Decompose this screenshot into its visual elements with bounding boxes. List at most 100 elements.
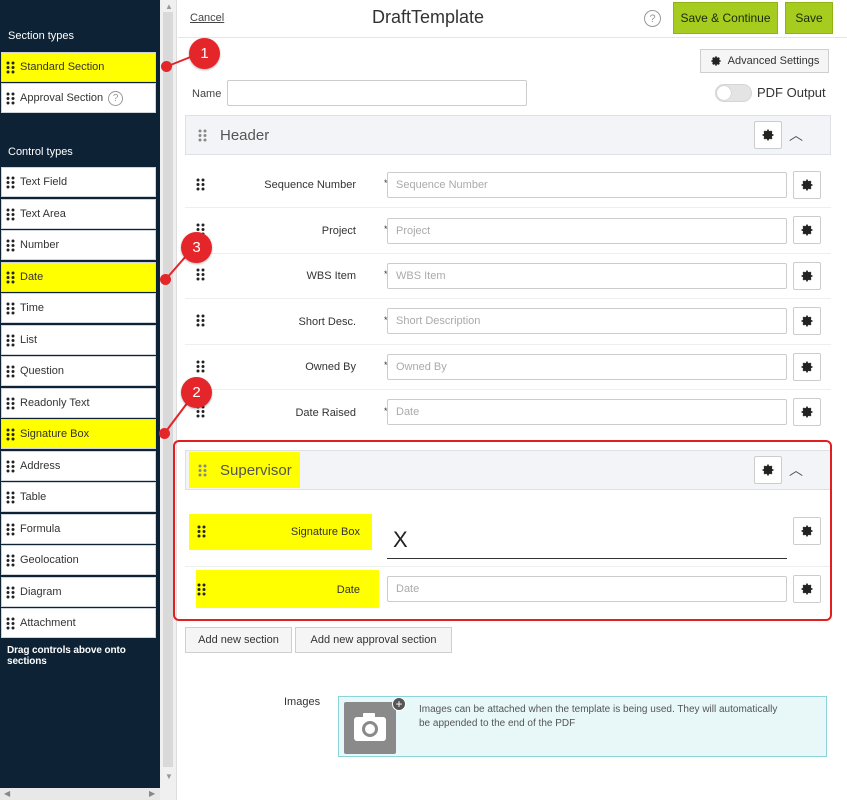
callout-marker-3: 3 (181, 232, 212, 263)
drag-handle-icon[interactable] (196, 360, 205, 376)
save-button[interactable]: Save (785, 2, 833, 34)
sidebar-item-formula[interactable]: Formula (1, 514, 156, 544)
gear-icon (800, 223, 814, 237)
name-label: Name (192, 88, 222, 100)
sidebar-item-table[interactable]: Table (1, 482, 156, 512)
field-row: Short Desc. * Short Description (185, 299, 831, 345)
drag-handle-icon[interactable] (198, 129, 207, 145)
drag-handle-icon (6, 617, 15, 630)
drag-handle-icon (6, 460, 15, 473)
field-input[interactable]: Project (387, 218, 787, 244)
field-settings-button[interactable] (793, 353, 821, 381)
drag-handle-icon (6, 365, 15, 378)
section-header[interactable]: Header ︿ (185, 115, 831, 155)
cancel-link[interactable]: Cancel (190, 12, 224, 24)
field-label: Project (321, 225, 356, 237)
callout-marker-2: 2 (181, 377, 212, 408)
callout-dot (161, 61, 172, 72)
scroll-right-icon[interactable]: ▶ (149, 789, 155, 798)
sidebar-hint: Drag controls above onto sections (7, 645, 126, 667)
field-input[interactable]: Short Description (387, 308, 787, 334)
field-settings-button[interactable] (793, 307, 821, 335)
sidebar-item-question[interactable]: Question (1, 356, 156, 386)
drag-handle-icon[interactable] (196, 268, 205, 284)
drag-handle-icon (6, 334, 15, 347)
field-settings-button[interactable] (793, 398, 821, 426)
sidebar-item-label: Signature Box (20, 428, 90, 440)
pdf-output-toggle[interactable] (715, 84, 752, 102)
sidebar-item-label: Approval Section (20, 92, 104, 104)
field-settings-button[interactable] (793, 216, 821, 244)
help-icon[interactable]: ? (108, 90, 124, 106)
drag-handle-icon[interactable] (196, 314, 205, 330)
sidebar-item-date[interactable]: Date (1, 262, 156, 292)
sidebar-item-number[interactable]: Number (1, 230, 156, 260)
sidebar-item-attachment[interactable]: Attachment (1, 608, 156, 638)
drag-handle-icon (6, 523, 15, 536)
field-input[interactable]: Date (387, 399, 787, 425)
scroll-up-icon[interactable]: ▲ (165, 2, 173, 11)
drag-handle-icon (6, 428, 15, 441)
sidebar-item-label: Date (20, 271, 44, 283)
sidebar-item-list[interactable]: List (1, 325, 156, 355)
gear-icon (710, 55, 722, 67)
images-dropzone[interactable]: + Images can be attached when the templa… (338, 696, 827, 757)
advanced-settings-button[interactable]: Advanced Settings (700, 49, 829, 73)
sidebar-item-approval-section[interactable]: Approval Section ? (1, 83, 156, 113)
control-types-heading: Control types (8, 146, 73, 158)
drag-handle-icon (6, 61, 15, 74)
drag-handle-icon[interactable] (196, 178, 205, 194)
field-row: Owned By * Owned By (185, 345, 831, 390)
field-label: Owned By (305, 361, 356, 373)
collapse-chevron-icon[interactable]: ︿ (789, 125, 803, 145)
gear-icon (800, 360, 814, 374)
help-icon[interactable]: ? (644, 10, 661, 27)
field-row: Date Raised * Date (185, 390, 831, 436)
field-input[interactable]: Owned By (387, 354, 787, 380)
sidebar-item-readonly-text[interactable]: Readonly Text (1, 388, 156, 418)
sidebar-item-label: Standard Section (20, 61, 105, 73)
field-input[interactable]: WBS Item (387, 263, 787, 289)
sidebar-item-standard-section[interactable]: Standard Section (1, 52, 156, 82)
scroll-down-icon[interactable]: ▼ (165, 772, 173, 781)
add-section-button[interactable]: Add new section (185, 627, 292, 653)
save-continue-button[interactable]: Save & Continue (673, 2, 778, 34)
sidebar-item-address[interactable]: Address (1, 451, 156, 481)
field-input[interactable]: Sequence Number (387, 172, 787, 198)
sidebar-item-label: Address (20, 460, 61, 472)
field-row: Project * Project (185, 208, 831, 254)
sidebar-item-label: Diagram (20, 586, 62, 598)
sidebar-item-label: Geolocation (20, 554, 79, 566)
gear-icon (800, 269, 814, 283)
gear-icon (761, 128, 775, 142)
add-image-icon[interactable]: + (392, 697, 406, 711)
scroll-left-icon[interactable]: ◀ (4, 789, 10, 798)
name-input[interactable] (227, 80, 527, 106)
sidebar-item-signature-box[interactable]: Signature Box (1, 419, 156, 449)
sidebar-item-label: Text Area (20, 208, 66, 220)
callout-dot (160, 274, 171, 285)
sidebar-item-text-area[interactable]: Text Area (1, 199, 156, 229)
sidebar-item-diagram[interactable]: Diagram (1, 577, 156, 607)
camera-icon[interactable]: + (344, 697, 406, 754)
field-settings-button[interactable] (793, 171, 821, 199)
section-settings-button[interactable] (754, 121, 782, 149)
scrollbar-thumb[interactable] (163, 12, 173, 767)
sidebar-item-geolocation[interactable]: Geolocation (1, 545, 156, 575)
vertical-scrollbar[interactable]: ▲ ▼ (160, 0, 177, 800)
drag-handle-icon (6, 208, 15, 221)
sidebar-item-text-field[interactable]: Text Field (1, 167, 156, 197)
drag-handle-icon (6, 397, 15, 410)
gear-icon (800, 314, 814, 328)
field-label: WBS Item (306, 270, 356, 282)
sidebar-item-label: Question (20, 365, 65, 377)
callout-marker-1: 1 (189, 38, 220, 69)
sidebar-horizontal-scrollbar[interactable]: ◀ ▶ (0, 788, 160, 800)
drag-handle-icon (6, 586, 15, 599)
field-label: Sequence Number (264, 179, 356, 191)
sidebar: Section types Standard Section Approval … (0, 0, 160, 800)
field-settings-button[interactable] (793, 262, 821, 290)
add-approval-section-button[interactable]: Add new approval section (295, 627, 452, 653)
highlight-outline (173, 440, 832, 621)
sidebar-item-time[interactable]: Time (1, 293, 156, 323)
